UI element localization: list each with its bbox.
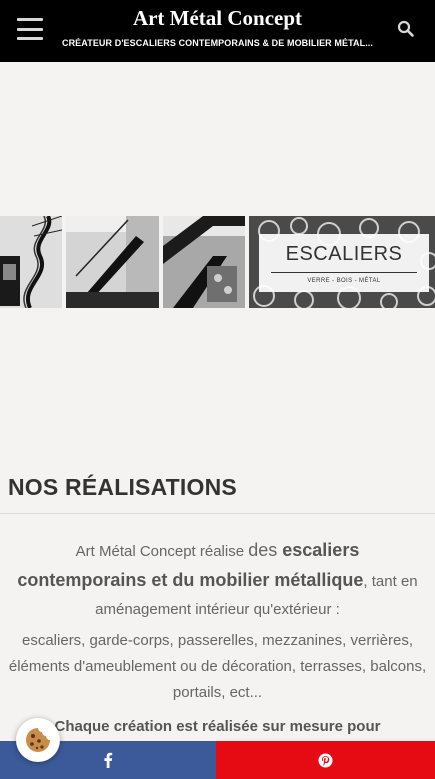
share-bar bbox=[0, 741, 435, 779]
cookie-icon[interactable] bbox=[16, 718, 60, 762]
site-tagline: CRÉATEUR D'ESCALIERS CONTEMPORAINS & DE … bbox=[61, 38, 373, 48]
hamburger-menu-icon[interactable] bbox=[17, 18, 43, 40]
banner-sublabel: VERRE - BOIS - MÉTAL bbox=[307, 278, 381, 284]
banner-photo-spiral-stair bbox=[0, 216, 62, 308]
section-title: NOS RÉALISATIONS bbox=[8, 474, 237, 500]
section-divider bbox=[0, 513, 435, 514]
banner-label: ESCALIERS bbox=[285, 243, 403, 265]
site-title[interactable]: Art Métal Concept bbox=[60, 6, 375, 31]
intro-text-1: Art Métal Concept réalise bbox=[75, 543, 249, 560]
banner-label-divider bbox=[271, 272, 417, 273]
search-icon[interactable] bbox=[397, 20, 415, 38]
pinterest-icon bbox=[318, 752, 333, 768]
intro-text-2: des bbox=[248, 540, 283, 560]
emphasis-text: Chaque création est réalisée sur mesure … bbox=[54, 718, 381, 735]
hero-banner[interactable]: ESCALIERS VERRE - BOIS - MÉTAL bbox=[0, 216, 435, 308]
banner-photo-straight-stair bbox=[66, 216, 159, 308]
intro-paragraph: Art Métal Concept réalise des escaliers … bbox=[10, 536, 425, 624]
pinterest-share-button[interactable] bbox=[216, 741, 435, 779]
banner-photo-pattern: ESCALIERS VERRE - BOIS - MÉTAL bbox=[249, 216, 435, 308]
services-list: escaliers, garde-corps, passerelles, mez… bbox=[8, 632, 427, 701]
banner-photo-stair-detail bbox=[163, 216, 245, 308]
top-bar: Art Métal Concept CRÉATEUR D'ESCALIERS C… bbox=[0, 0, 435, 62]
banner-label-box: ESCALIERS VERRE - BOIS - MÉTAL bbox=[259, 234, 429, 292]
facebook-icon bbox=[104, 752, 113, 768]
